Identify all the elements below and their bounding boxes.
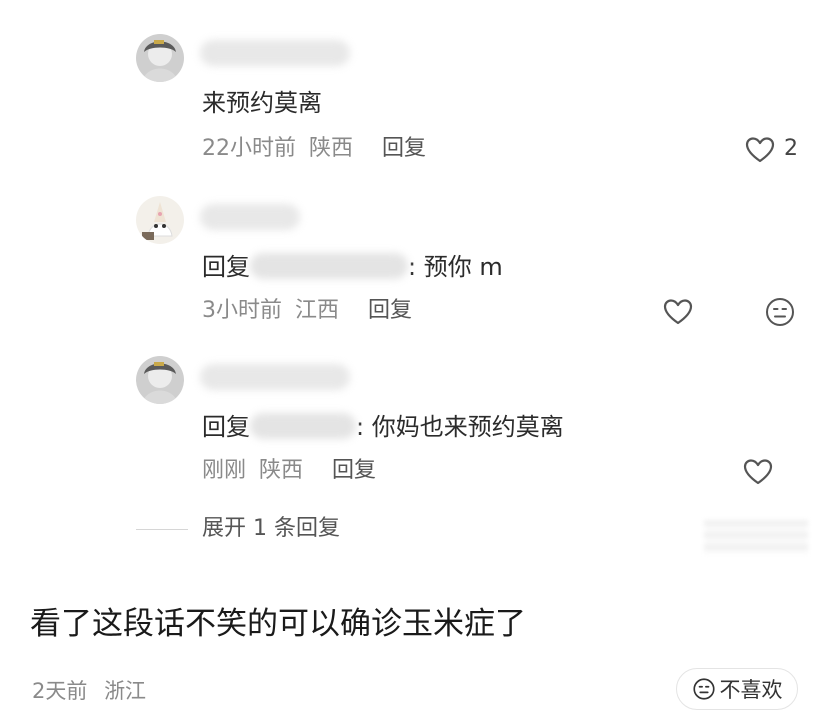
reply-prefix: 回复 bbox=[202, 413, 250, 441]
expand-replies-button[interactable]: 展开 1 条回复 bbox=[202, 512, 340, 546]
like-button[interactable] bbox=[740, 454, 776, 490]
post-caption: 看了这段话不笑的可以确诊玉米症了 bbox=[30, 606, 526, 642]
comment-meta: 22小时前 陕西 回复 bbox=[202, 134, 432, 164]
like-count: 2 bbox=[784, 136, 798, 161]
mention-redacted bbox=[250, 413, 356, 439]
like-button[interactable] bbox=[660, 294, 696, 330]
avatar[interactable] bbox=[136, 356, 184, 404]
comment-meta: 刚刚 陕西 回复 bbox=[202, 456, 382, 486]
mention-redacted bbox=[250, 253, 408, 279]
emoji-reaction-button[interactable] bbox=[762, 294, 798, 330]
reply-button[interactable]: 回复 bbox=[332, 458, 376, 483]
reply-content: : 预你 m bbox=[408, 253, 503, 281]
neutral-face-icon bbox=[692, 678, 715, 700]
reply-content: : 你妈也来预约莫离 bbox=[356, 413, 564, 441]
neutral-face-icon bbox=[766, 298, 794, 326]
username-redacted bbox=[200, 364, 350, 390]
comment-meta: 3小时前 江西 回复 bbox=[202, 296, 418, 326]
post-time: 2天前 bbox=[32, 679, 88, 703]
comment-thread-page: 来预约莫离 22小时前 陕西 回复 2 回复: 预你 m 3小时前 江西 回复… bbox=[0, 0, 828, 728]
post-location: 浙江 bbox=[104, 679, 147, 703]
reply-button[interactable]: 回复 bbox=[382, 136, 426, 161]
comment-text: 回复 : 你妈也来预约莫离 bbox=[202, 410, 564, 444]
comment-text: 回复 : 预你 m bbox=[202, 250, 503, 284]
heart-outline-icon bbox=[745, 137, 775, 163]
username-redacted bbox=[200, 204, 300, 230]
comment-time: 22小时前 bbox=[202, 136, 296, 161]
comment-text: 来预约莫离 bbox=[202, 89, 322, 117]
reply-button[interactable]: 回复 bbox=[368, 298, 412, 323]
username-redacted bbox=[200, 40, 350, 66]
comment-time: 3小时前 bbox=[202, 298, 282, 323]
dislike-button[interactable]: 不喜欢 bbox=[676, 668, 798, 710]
comment-location: 江西 bbox=[295, 298, 340, 323]
post-meta: 2天前 浙江 bbox=[32, 676, 156, 706]
comment-location: 陕西 bbox=[309, 136, 354, 161]
like-button[interactable] bbox=[742, 132, 778, 168]
avatar[interactable] bbox=[136, 196, 184, 244]
dislike-label: 不喜欢 bbox=[719, 678, 783, 702]
heart-outline-icon bbox=[743, 459, 773, 485]
comment-location: 陕西 bbox=[259, 458, 304, 483]
avatar[interactable] bbox=[136, 34, 184, 82]
heart-outline-icon bbox=[663, 299, 693, 325]
reply-prefix: 回复 bbox=[202, 253, 250, 281]
watermark-redacted bbox=[704, 520, 808, 554]
divider bbox=[136, 529, 188, 530]
comment-time: 刚刚 bbox=[202, 458, 247, 483]
